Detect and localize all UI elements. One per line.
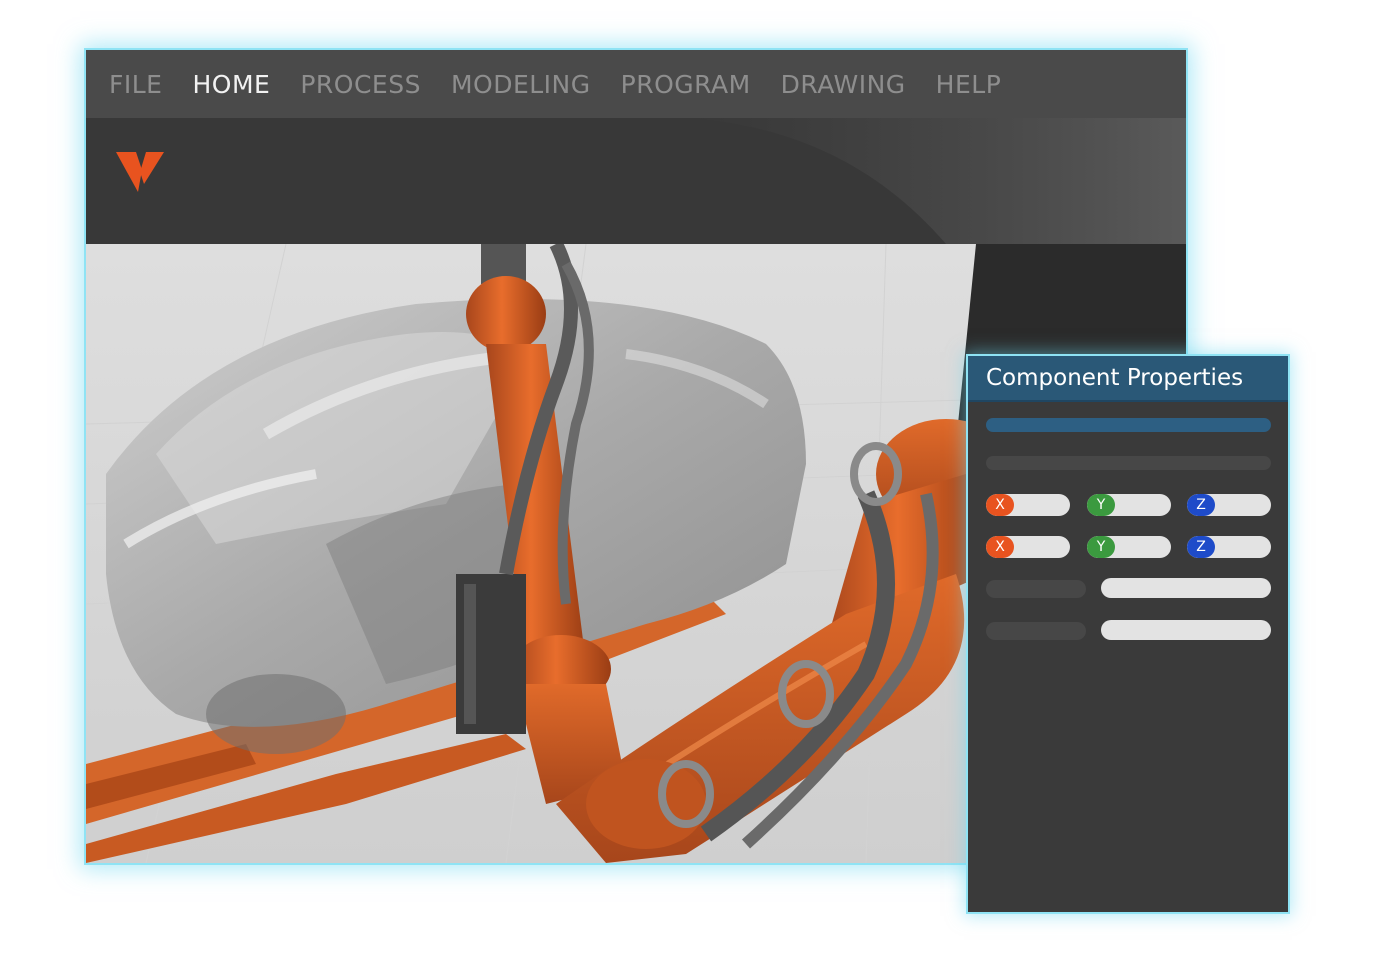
z-axis-tag: Z xyxy=(1187,536,1215,558)
property-value-field-1[interactable] xyxy=(1101,578,1271,598)
ribbon-toolbar xyxy=(86,118,1186,244)
z-axis-tag: Z xyxy=(1187,494,1215,516)
menu-modeling[interactable]: MODELING xyxy=(451,70,591,99)
panel-title: Component Properties xyxy=(968,356,1288,402)
menu-help[interactable]: HELP xyxy=(936,70,1002,99)
property-label-2 xyxy=(986,622,1086,640)
menu-bar: FILE HOME PROCESS MODELING PROGRAM DRAWI… xyxy=(86,50,1186,118)
menu-file[interactable]: FILE xyxy=(109,70,162,99)
rotation-x-field[interactable]: X xyxy=(986,536,1070,558)
selected-component-bar[interactable] xyxy=(986,418,1271,432)
ribbon-sheen xyxy=(686,118,1186,244)
x-axis-tag: X xyxy=(986,536,1014,558)
component-name-bar[interactable] xyxy=(986,456,1271,470)
property-label-1 xyxy=(986,580,1086,598)
position-y-field[interactable]: Y xyxy=(1087,494,1171,516)
y-axis-tag: Y xyxy=(1087,536,1115,558)
position-z-field[interactable]: Z xyxy=(1187,494,1271,516)
menu-program[interactable]: PROGRAM xyxy=(621,70,751,99)
x-axis-tag: X xyxy=(986,494,1014,516)
position-row: X Y Z xyxy=(986,494,1272,516)
y-axis-tag: Y xyxy=(1087,494,1115,516)
property-value-field-2[interactable] xyxy=(1101,620,1271,640)
menu-process[interactable]: PROCESS xyxy=(300,70,421,99)
rotation-row: X Y Z xyxy=(986,536,1272,558)
v-logo-icon[interactable] xyxy=(116,148,168,192)
menu-home[interactable]: HOME xyxy=(192,70,270,99)
position-x-field[interactable]: X xyxy=(986,494,1070,516)
component-properties-panel: Component Properties X Y Z X Y Z xyxy=(968,356,1288,912)
rotation-z-field[interactable]: Z xyxy=(1187,536,1271,558)
rotation-y-field[interactable]: Y xyxy=(1087,536,1171,558)
menu-drawing[interactable]: DRAWING xyxy=(781,70,906,99)
